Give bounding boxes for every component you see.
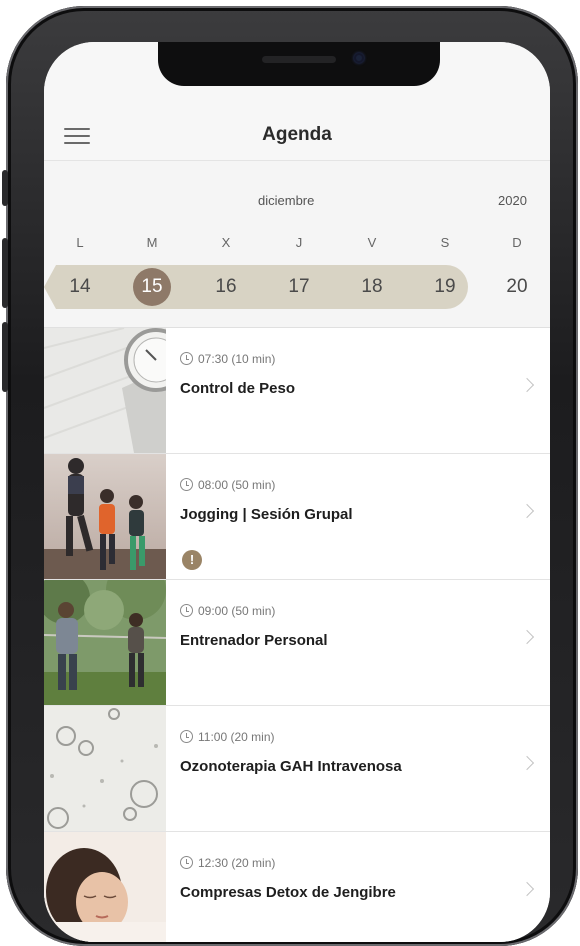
calendar-month: diciembre [258,193,315,208]
chevron-right-icon [519,755,535,771]
time-text: 07:30 (10 min) [198,352,276,366]
time-text: 11:00 (20 min) [198,730,275,744]
agenda-item-entrenador[interactable]: 09:00 (50 min) Entrenador Personal [44,580,550,706]
weekday-label: L [76,235,84,250]
bubbles-image [44,706,166,831]
mute-switch [2,170,8,206]
alert-icon[interactable]: ! [182,550,202,570]
chevron-right-icon [519,377,535,393]
joggers-image [44,454,166,579]
agenda-item-control-peso[interactable]: 07:30 (10 min) Control de Peso [44,328,550,454]
clock-icon [180,604,193,617]
time-text: 08:00 (50 min) [198,478,276,492]
item-time: 08:00 (50 min) [180,478,275,492]
trainer-image [44,580,166,705]
calendar-year: 2020 [498,193,527,208]
weekday-label: M [146,235,158,250]
item-time: 11:00 (20 min) [180,730,274,744]
clock-icon [180,352,193,365]
day-19[interactable]: 19 [425,265,465,309]
phone-notch [158,42,440,86]
time-text: 12:30 (20 min) [198,856,276,870]
page-title: Agenda [262,124,332,145]
day-18[interactable]: 18 [352,265,392,309]
app-header: Agenda [44,100,550,161]
clock-icon [180,478,193,491]
volume-up-button [2,238,8,308]
agenda-item-jogging[interactable]: 08:00 (50 min) Jogging | Sesión Grupal ! [44,454,550,580]
current-week-highlight [44,265,468,309]
item-title: Jogging | Sesión Grupal [180,506,353,523]
day-16[interactable]: 16 [206,265,246,309]
day-15-selected[interactable]: 15 [132,265,172,309]
chevron-right-icon [519,503,535,519]
chevron-right-icon [519,629,535,645]
item-title: Ozonoterapia GAH Intravenosa [180,758,402,775]
volume-down-button [2,322,8,392]
item-title: Compresas Detox de Jengibre [180,884,396,901]
day-17[interactable]: 17 [279,265,319,309]
clock-icon [180,856,193,869]
day-20[interactable]: 20 [497,265,537,309]
item-title: Entrenador Personal [180,632,328,649]
item-title: Control de Peso [180,380,296,397]
agenda-item-compresas[interactable]: 12:30 (20 min) Compresas Detox de Jengib… [44,832,550,942]
weekday-label: S [440,235,450,250]
week-calendar: diciembre 2020 L M X J V S D 14 15 16 17… [44,161,550,328]
chevron-right-icon [519,881,535,897]
agenda-item-ozonoterapia[interactable]: 11:00 (20 min) Ozonoterapia GAH Intraven… [44,706,550,832]
day-14[interactable]: 14 [60,265,100,309]
item-time: 09:00 (50 min) [180,604,275,618]
speaker-grille [262,56,336,63]
weekday-label: X [221,235,231,250]
weekday-label: J [295,235,303,250]
item-time: 07:30 (10 min) [180,352,275,366]
phone-screen: Agenda diciembre 2020 L M X J V S D 14 1… [44,42,550,942]
scale-image [44,328,166,453]
weekday-label: V [367,235,377,250]
weekday-labels: L M X J V S D [44,235,550,255]
item-time: 12:30 (20 min) [180,856,275,870]
clock-icon [180,730,193,743]
time-text: 09:00 (50 min) [198,604,276,618]
agenda-list: 07:30 (10 min) Control de Peso 08:00 (50… [44,328,550,942]
massage-image [44,832,166,942]
front-camera [354,53,364,63]
weekday-label: D [512,235,522,250]
